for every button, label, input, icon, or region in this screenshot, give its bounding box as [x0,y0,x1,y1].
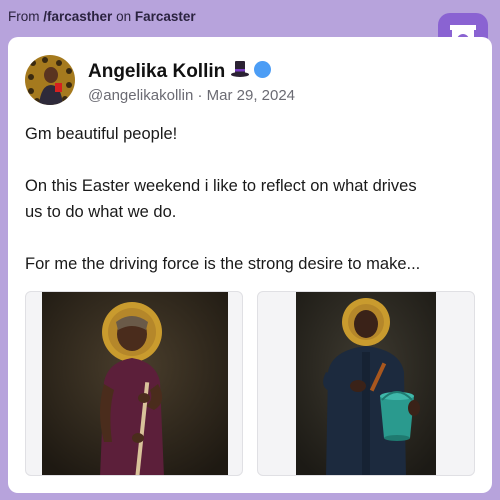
post-card[interactable]: Angelika Kollin @angelikakollin · Mar 29… [8,37,492,493]
author-name[interactable]: Angelika Kollin [88,61,225,83]
author-row: Angelika Kollin [88,59,272,84]
source-platform-link[interactable]: Farcaster [135,9,196,24]
meta-separator: · [197,87,203,104]
author-meta: @angelikakollin · Mar 29, 2024 [88,87,295,104]
post-line: us to do what we do. [25,203,177,221]
author-avatar[interactable] [25,55,75,105]
post-line: For me the driving force is the strong d… [25,255,421,273]
verified-badge-icon [253,60,272,84]
post-body: Gm beautiful people! On this Easter week… [25,121,485,277]
post-line: Gm beautiful people! [25,125,178,143]
post-image-2[interactable] [257,291,475,476]
author-handle[interactable]: @angelikakollin [88,87,193,104]
post-line: On this Easter weekend i like to reflect… [25,177,417,195]
source-channel-link[interactable]: /farcasther [43,9,112,24]
post-image-1[interactable] [25,291,243,476]
post-date[interactable]: Mar 29, 2024 [207,87,295,104]
source-attribution: From /farcasther on Farcaster [8,9,196,24]
top-hat-icon [230,59,250,84]
source-connector: on [116,9,132,24]
source-prefix: From [8,9,40,24]
